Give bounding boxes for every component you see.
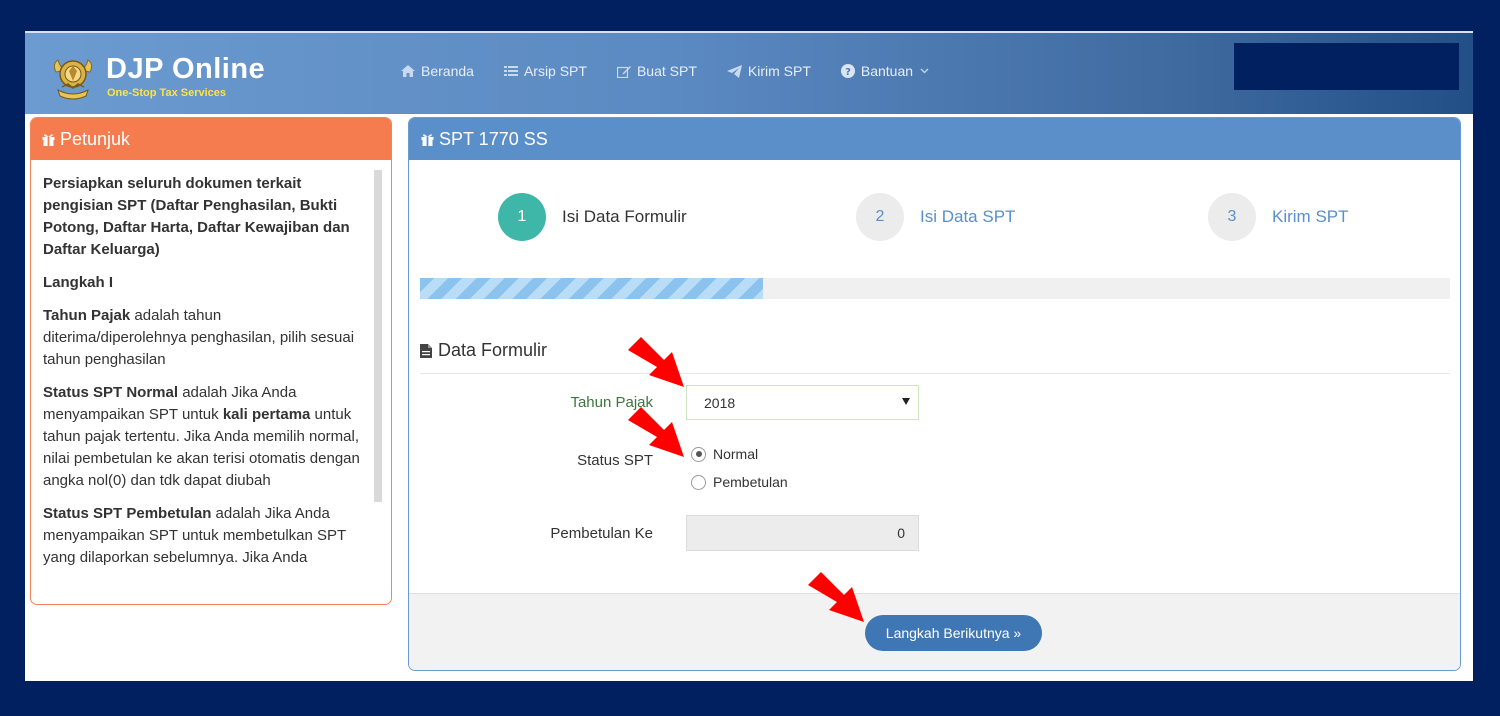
file-icon: [420, 343, 432, 358]
annotation-arrow-icon: [628, 407, 684, 457]
progress-bar: [420, 278, 1450, 299]
gift-icon: [42, 133, 55, 146]
list-icon: [503, 66, 518, 76]
djp-emblem-icon: [53, 59, 93, 100]
tahun-pajak-select[interactable]: 2018: [686, 385, 919, 420]
petunjuk-panel: Petunjuk Persiapkan seluruh dokumen terk…: [30, 117, 392, 605]
petunjuk-header: Petunjuk: [31, 118, 391, 160]
section-title: Data Formulir: [420, 340, 547, 361]
nav-arsip-spt-label: Arsip SPT: [523, 63, 587, 79]
emphasis-kali-pertama: kali pertama: [222, 406, 311, 423]
step-3-label: Kirim SPT: [1272, 207, 1349, 226]
petunjuk-title: Petunjuk: [60, 128, 131, 149]
petunjuk-status-normal: Status SPT Normal adalah Jika Anda menya…: [43, 382, 367, 492]
nav-buat-spt-label: Buat SPT: [636, 63, 697, 79]
gift-icon: [421, 133, 434, 146]
annotation-arrow-icon: [628, 337, 684, 387]
pembetulan-ke-label: Pembetulan Ke: [550, 525, 653, 542]
tahun-pajak-value: 2018: [704, 394, 736, 411]
form-footer: Langkah Berikutnya »: [409, 593, 1460, 670]
nav-beranda-label: Beranda: [421, 63, 474, 79]
section-divider: [420, 373, 1450, 374]
user-info-box[interactable]: [1234, 43, 1459, 90]
petunjuk-tahun-pajak: Tahun Pajak adalah tahun diterima/dipero…: [43, 305, 367, 371]
petunjuk-content: Persiapkan seluruh dokumen terkait pengi…: [43, 173, 367, 580]
petunjuk-intro: Persiapkan seluruh dokumen terkait pengi…: [43, 175, 350, 258]
nav-kirim-spt[interactable]: Kirim SPT: [726, 63, 811, 79]
nav-kirim-spt-label: Kirim SPT: [747, 63, 811, 79]
spt-form-panel: SPT 1770 SS 1 Isi Data Formulir 2 Isi Da…: [408, 117, 1461, 671]
pembetulan-ke-field: 0: [686, 515, 919, 551]
nav-beranda[interactable]: Beranda: [401, 63, 474, 79]
radio-pembetulan[interactable]: Pembetulan: [691, 474, 788, 490]
nav-bantuan[interactable]: ? Bantuan: [840, 63, 929, 79]
term-tahun-pajak: Tahun Pajak: [43, 307, 131, 324]
radio-normal-button[interactable]: [691, 446, 706, 462]
main-nav: Beranda Arsip SPT Buat SPT Kirim SPT ? B…: [401, 63, 959, 79]
spt-panel-header: SPT 1770 SS: [409, 118, 1460, 160]
step-3-number: 3: [1208, 193, 1256, 241]
top-navbar: DJP Online One-Stop Tax Services Beranda…: [25, 33, 1473, 114]
nav-bantuan-label: Bantuan: [860, 63, 914, 79]
app-window: DJP Online One-Stop Tax Services Beranda…: [25, 31, 1473, 681]
svg-text:?: ?: [845, 67, 851, 78]
nav-buat-spt[interactable]: Buat SPT: [616, 63, 697, 79]
step-2-number: 2: [856, 193, 904, 241]
chevron-down-icon: [920, 68, 929, 74]
radio-pembetulan-button[interactable]: [691, 474, 706, 490]
step-1-label: Isi Data Formulir: [562, 207, 687, 226]
step-1[interactable]: 1 Isi Data Formulir: [498, 193, 687, 241]
petunjuk-status-pembetulan: Status SPT Pembetulan adalah Jika Anda m…: [43, 503, 367, 569]
term-status-pembetulan: Status SPT Pembetulan: [43, 505, 212, 522]
pembetulan-ke-value: 0: [897, 525, 905, 541]
term-status-normal: Status SPT Normal: [43, 384, 179, 401]
question-circle-icon: ?: [840, 64, 855, 78]
send-icon: [726, 64, 742, 78]
nav-arsip-spt[interactable]: Arsip SPT: [503, 63, 587, 79]
status-spt-label: Status SPT: [577, 452, 653, 469]
annotation-arrow-icon: [808, 572, 864, 622]
step-2-label: Isi Data SPT: [920, 207, 1016, 226]
dropdown-caret-icon: [902, 398, 910, 405]
section-title-label: Data Formulir: [438, 340, 548, 360]
progress-bar-fill: [420, 278, 763, 299]
petunjuk-scrollbar[interactable]: [374, 170, 382, 600]
radio-normal[interactable]: Normal: [691, 446, 758, 462]
edit-icon: [616, 65, 631, 78]
petunjuk-step-heading: Langkah I: [43, 274, 114, 291]
home-icon: [401, 65, 415, 77]
brand-title: DJP Online: [106, 53, 266, 85]
step-1-number: 1: [498, 193, 546, 241]
next-step-button[interactable]: Langkah Berikutnya »: [865, 615, 1042, 651]
spt-panel-title: SPT 1770 SS: [439, 128, 548, 149]
scrollbar-thumb[interactable]: [374, 170, 382, 502]
step-2[interactable]: 2 Isi Data SPT: [856, 193, 1015, 241]
radio-pembetulan-label: Pembetulan: [713, 474, 788, 490]
tahun-pajak-label: Tahun Pajak: [570, 394, 653, 411]
step-3[interactable]: 3 Kirim SPT: [1208, 193, 1349, 241]
radio-normal-label: Normal: [713, 446, 759, 462]
brand-subtitle: One-Stop Tax Services: [107, 87, 227, 99]
